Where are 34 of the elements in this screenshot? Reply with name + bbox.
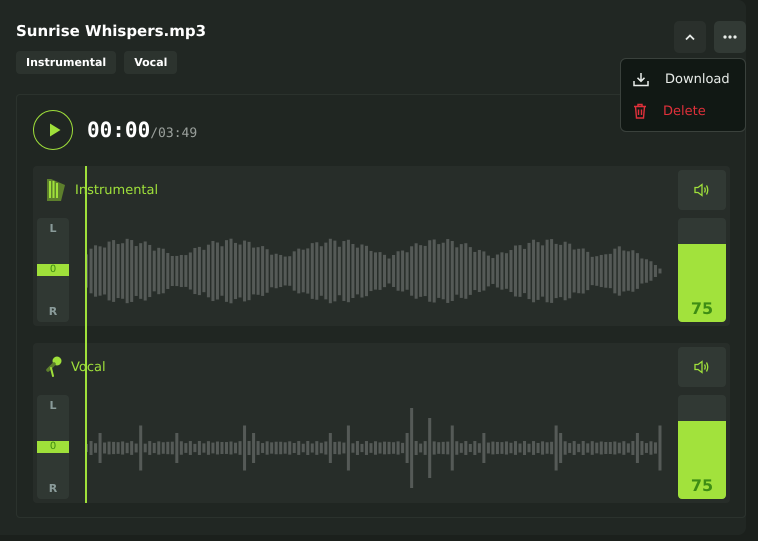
pan-right-label: R — [48, 482, 58, 495]
microphone-icon — [45, 356, 63, 378]
menu-label: Delete — [663, 104, 706, 118]
volume-slider[interactable]: 75 — [678, 218, 726, 322]
download-icon — [633, 72, 649, 86]
pan-slider[interactable]: L 0 R — [37, 395, 69, 499]
pan-left-label: L — [48, 399, 58, 412]
duration: /03:49 — [150, 126, 198, 140]
menu-item[interactable]: Download — [621, 63, 745, 95]
play-button[interactable] — [33, 110, 73, 150]
pan-thumb[interactable]: 0 — [37, 441, 69, 453]
volume-slider[interactable]: 75 — [678, 395, 726, 499]
speaker-icon — [694, 183, 710, 197]
mute-button[interactable] — [678, 347, 726, 387]
volume-value: 75 — [690, 476, 714, 495]
tag: Instrumental — [16, 51, 116, 74]
tag: Vocal — [124, 51, 178, 74]
mute-button[interactable] — [678, 170, 726, 210]
file-title: Sunrise Whispers.mp3 — [16, 21, 206, 42]
pan-left-label: L — [48, 222, 58, 235]
pan-slider[interactable]: L 0 R — [37, 218, 69, 322]
current-time: 00:00 — [87, 118, 150, 142]
pan-thumb[interactable]: 0 — [37, 264, 69, 276]
harp-icon — [45, 178, 67, 202]
pan-right-label: R — [48, 305, 58, 318]
more-button[interactable] — [714, 21, 746, 53]
volume-value: 75 — [690, 299, 714, 318]
play-icon — [48, 123, 60, 137]
menu-item[interactable]: Delete — [621, 95, 745, 127]
menu-label: Download — [665, 72, 730, 86]
speaker-icon — [694, 360, 710, 374]
trash-icon — [633, 103, 647, 119]
chevron-up-icon — [684, 33, 696, 41]
more-icon — [723, 35, 737, 39]
